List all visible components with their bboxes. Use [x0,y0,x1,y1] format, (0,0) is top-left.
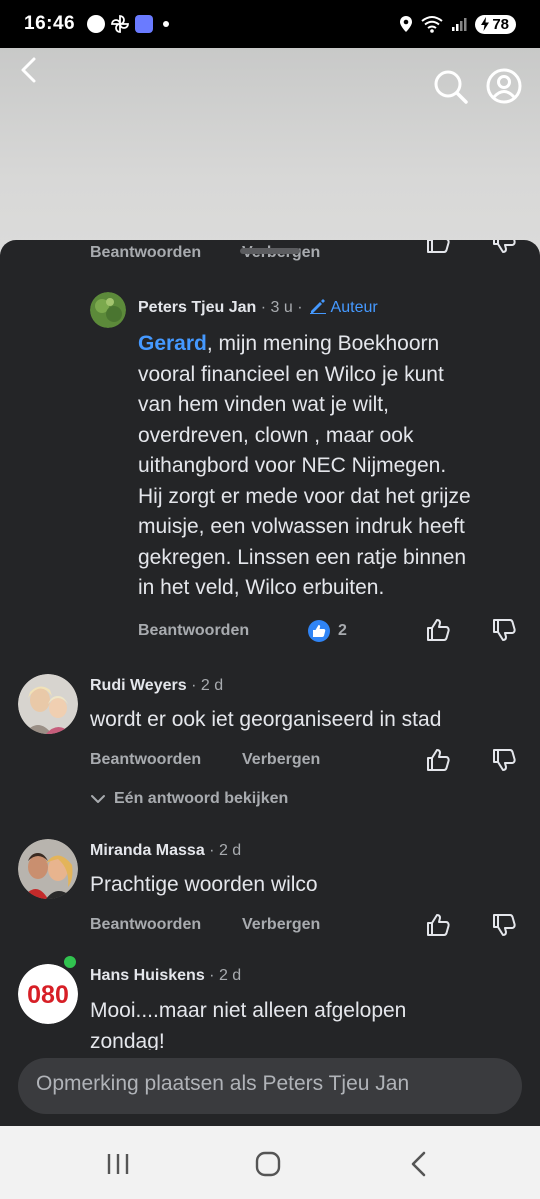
text-line: Mooi....maar niet alleen afgelopen [90,999,407,1022]
thumbs-up-icon[interactable] [424,240,452,256]
comment-time: · 3 u · [260,299,303,316]
comment-time: · 2 d [191,677,224,694]
location-icon [400,16,413,32]
text-line: Hij zorgt er mede voor dat het grijze [138,484,471,508]
thumbs-down-icon[interactable] [490,911,518,939]
view-replies-label: Eén antwoord bekijken [114,790,289,807]
chevron-left-icon[interactable] [14,54,46,86]
search-icon[interactable] [430,66,470,106]
pinwheel-icon [111,15,130,33]
like-badge-icon [308,620,330,642]
avatar[interactable] [90,292,126,328]
comment-header: Miranda Massa · 2 d [90,842,241,860]
comment-text: Mooi....maar niet alleen afgelopen zonda… [90,996,520,1050]
reply-button[interactable]: Beantwoorden [90,244,201,262]
home-icon[interactable] [252,1148,284,1180]
reaction-count[interactable]: 2 [308,620,347,642]
comment-header: Hans Huiskens · 2 d [90,967,241,985]
comment-text: Prachtige woorden wilco [90,873,318,896]
reply-button[interactable]: Beantwoorden [138,622,249,640]
author-name[interactable]: Hans Huiskens [90,967,205,984]
comments-sheet[interactable]: Beantwoorden Verbergen Peters Tjeu Jan ·… [0,240,540,1050]
thumbs-up-icon[interactable] [424,746,452,774]
back-icon[interactable] [404,1148,436,1180]
system-nav-bar [0,1126,540,1199]
avatar-logo-text: 080 [27,981,69,1009]
hide-button[interactable]: Verbergen [242,916,320,934]
view-replies-button[interactable]: Eén antwoord bekijken [90,790,288,808]
text-line: , mijn mening Boekhoorn [206,332,440,355]
comment-time: · 2 d [209,967,242,984]
author-badge: Auteur [330,299,378,316]
status-time: 16:46 [24,13,76,34]
hide-button[interactable]: Verbergen [242,751,320,769]
avatar[interactable] [18,839,78,899]
pencil-icon [309,299,326,314]
comment-time: · 2 d [209,842,242,859]
thumbs-down-icon[interactable] [490,240,518,256]
reply-button[interactable]: Beantwoorden [90,916,201,934]
text-line: overdreven, clown , maar ook [138,423,414,447]
comment-text: wordt er ook iet georganiseerd in stad [90,708,442,731]
author-name[interactable]: Peters Tjeu Jan [138,299,256,316]
thumbs-up-icon[interactable] [424,911,452,939]
text-line: in het veld, Wilco erbuiten. [138,576,385,599]
avatar[interactable] [18,674,78,734]
text-line: van hem vinden wat je wilt, [138,393,389,416]
text-line: gekregen. Linssen een ratje binnen [138,545,467,569]
mention-link[interactable]: Gerard [138,332,207,355]
calendar-app-icon [135,15,154,33]
status-bar: 16:46 78 [0,0,540,48]
comment-input[interactable]: Opmerking plaatsen als Peters Tjeu Jan [18,1058,522,1114]
battery-level: 78 [492,15,509,33]
text-line: uithangbord voor NEC Nijmegen. [138,454,447,477]
status-right: 78 [399,14,516,34]
author-name[interactable]: Rudi Weyers [90,677,187,694]
status-left-icons [87,15,170,33]
recent-apps-icon[interactable] [102,1148,134,1180]
chevron-down-icon [91,795,105,803]
notification-dot [163,21,170,27]
comment-header: Peters Tjeu Jan · 3 u · Auteur [138,298,378,317]
like-count: 2 [338,622,347,639]
comment-composer-bar: Opmerking plaatsen als Peters Tjeu Jan [0,1050,540,1126]
comment-header: Rudi Weyers · 2 d [90,677,223,695]
top-nav [0,48,540,124]
author-name[interactable]: Miranda Massa [90,842,205,859]
thumbs-up-icon[interactable] [424,616,452,644]
avatar[interactable]: 080 [18,964,78,1024]
battery-icon: 78 [475,14,516,34]
drag-handle[interactable] [240,248,300,254]
cbs-news-icon [87,15,106,33]
text-line: muisje, een volwassen indruk heeft [138,515,465,538]
profile-icon[interactable] [484,66,524,106]
reply-button[interactable]: Beantwoorden [90,751,201,769]
charging-bolt-icon [481,17,490,31]
wifi-icon [421,16,443,33]
text-line: vooral financieel en Wilco je kunt [138,362,444,386]
thumbs-down-icon[interactable] [490,616,518,644]
comment-text: Gerard, mijn mening Boekhoorn vooral fin… [138,329,518,604]
thumbs-down-icon[interactable] [490,746,518,774]
signal-icon [452,18,467,31]
text-line: zondag! [90,1029,165,1051]
